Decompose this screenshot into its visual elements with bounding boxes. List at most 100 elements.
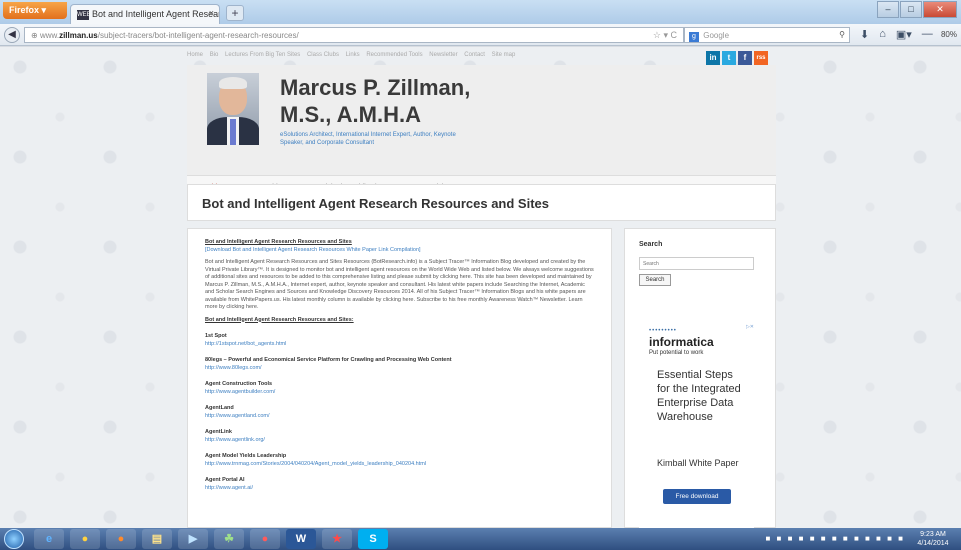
top-links: Home Bio Lectures From Big Ten Sites Cla…: [187, 52, 776, 64]
list-item-title: AgentLink: [205, 429, 232, 435]
ie-icon[interactable]: e: [34, 529, 64, 549]
author-photo: [207, 73, 259, 145]
chrome-icon[interactable]: ●: [70, 529, 100, 549]
list-item-title: 80legs – Powerful and Economical Service…: [205, 357, 452, 363]
search-engine-label: Google: [703, 31, 730, 40]
list-item: AgentLink http://www.agentlink.org/: [205, 429, 594, 444]
url-domain: zillman.us: [59, 31, 98, 40]
firefox-icon[interactable]: ●: [106, 529, 136, 549]
content-heading[interactable]: Bot and Intelligent Agent Research Resou…: [205, 239, 594, 247]
search-icon[interactable]: ⚲: [839, 30, 845, 39]
ad-brand-dots: •••••••••: [649, 328, 677, 334]
intro-paragraph: Bot and Intelligent Agent Research Resou…: [205, 259, 594, 310]
list-item-link[interactable]: http://www.trnmag.com/Stories/2004/04020…: [205, 461, 594, 469]
list-item-link[interactable]: http://www.agentlink.org/: [205, 437, 594, 445]
tab-favicon: WEB: [77, 9, 91, 20]
home-icon[interactable]: ⌂: [879, 28, 886, 41]
top-link-bio[interactable]: Bio: [210, 52, 219, 58]
list-item-title: Agent Portal AI: [205, 477, 245, 483]
skype-icon[interactable]: S: [358, 529, 388, 549]
list-item-link[interactable]: http://www.80legs.com/: [205, 365, 594, 373]
list-item-link[interactable]: http://1stspot.net/bot_agents.html: [205, 341, 594, 349]
list-item-link[interactable]: http://www.agentland.com/: [205, 413, 594, 421]
browser-tab[interactable]: WEBBot and Intelligent Agent Research Re…: [70, 4, 220, 24]
page-title-box: Bot and Intelligent Agent Research Resou…: [187, 184, 776, 221]
page-title: Bot and Intelligent Agent Research Resou…: [202, 196, 549, 211]
ad-choices-icon[interactable]: ▷✕: [746, 324, 754, 330]
web-search-box[interactable]: g Google ⚲: [684, 27, 850, 43]
top-link-sitemap[interactable]: Site map: [492, 52, 516, 58]
author-credentials: M.S., A.M.H.A: [280, 102, 421, 127]
list-heading[interactable]: Bot and Intelligent Agent Research Resou…: [205, 317, 594, 325]
bookmark-star-icon[interactable]: ☆ ▾ C: [653, 30, 677, 41]
list-item: AgentLand http://www.agentland.com/: [205, 405, 594, 420]
close-tab-icon[interactable]: ×: [209, 8, 214, 18]
sidebar-search-input[interactable]: [639, 257, 754, 270]
list-item: Agent Construction Tools http://www.agen…: [205, 381, 594, 396]
globe-icon: ⊕: [31, 31, 40, 40]
url-bar[interactable]: ⊕ www.zillman.us/subject-tracers/bot-int…: [24, 27, 684, 43]
top-link-links[interactable]: Links: [346, 52, 360, 58]
list-item: 80legs – Powerful and Economical Service…: [205, 357, 594, 372]
bookmarks-icon[interactable]: ▣▾: [896, 28, 912, 41]
clock-time: 9:23 AM: [920, 531, 946, 538]
top-link-classes[interactable]: Class Clubs: [307, 52, 339, 58]
ad-slogan: Put potential to work: [649, 350, 704, 356]
url-prefix: www.: [39, 31, 60, 40]
twitter-icon[interactable]: t: [722, 51, 736, 65]
list-item-title: AgentLand: [205, 405, 234, 411]
social-icons: in t f rss: [706, 51, 768, 65]
top-link-home[interactable]: Home: [187, 52, 203, 58]
minimize-button[interactable]: –: [877, 1, 899, 18]
new-tab-button[interactable]: +: [226, 5, 244, 21]
download-icon[interactable]: ⬇: [860, 28, 869, 41]
top-link-tools[interactable]: Recommended Tools: [366, 52, 422, 58]
windows-taskbar: e ● ● ▤ ▶ ☘ ● W ★ S ■ ■ ■ ■ ■ ■ ■ ■ ■ ■ …: [0, 528, 961, 550]
maximize-button[interactable]: □: [900, 1, 922, 18]
rss-icon[interactable]: rss: [754, 51, 768, 65]
list-item-title: Agent Construction Tools: [205, 381, 273, 387]
author-tagline: eSolutions Architect, International Inte…: [280, 132, 456, 146]
app-icon[interactable]: ☘: [214, 529, 244, 549]
ad-subline: Kimball White Paper: [657, 458, 739, 468]
linkedin-icon[interactable]: in: [706, 51, 720, 65]
zoom-level[interactable]: 80%: [941, 30, 957, 39]
menu-icon[interactable]: —: [922, 28, 933, 41]
advertisement[interactable]: ▷✕ ••••••••• informatica Put potential t…: [639, 324, 754, 528]
sidebar-search-title: Search: [639, 241, 663, 248]
back-arrow-icon[interactable]: ◀: [4, 27, 20, 43]
word-icon[interactable]: W: [286, 529, 316, 549]
download-link[interactable]: [Download Bot and Intelligent Agent Rese…: [205, 247, 594, 255]
acrobat-icon[interactable]: ★: [322, 529, 352, 549]
folder-icon[interactable]: ▤: [142, 529, 172, 549]
list-item: Agent Model Yields Leadership http://www…: [205, 453, 594, 468]
top-link-contact[interactable]: Contact: [464, 52, 485, 58]
ad-headline: Essential Steps for the Integrated Enter…: [657, 369, 741, 423]
top-link-newsletter[interactable]: Newsletter: [429, 52, 457, 58]
facebook-icon[interactable]: f: [738, 51, 752, 65]
browser-title-bar: Firefox ▾ WEBBot and Intelligent Agent R…: [0, 0, 961, 24]
ad-download-button[interactable]: Free download: [663, 489, 731, 504]
start-button[interactable]: [4, 529, 24, 549]
site-header: Marcus P. Zillman, M.S., A.M.H.A eSoluti…: [187, 65, 776, 198]
firefox-menu-button[interactable]: Firefox ▾: [3, 2, 67, 19]
sidebar-search-button[interactable]: Search: [639, 274, 671, 286]
list-item-link[interactable]: http://www.agent.ai/: [205, 485, 594, 493]
app-icon-red[interactable]: ●: [250, 529, 280, 549]
top-link-lectures[interactable]: Lectures From Big Ten Sites: [225, 52, 300, 58]
list-item: 1st Spot http://1stspot.net/bot_agents.h…: [205, 333, 594, 348]
list-item-link[interactable]: http://www.agentbuilder.com/: [205, 389, 594, 397]
system-tray-icons[interactable]: ■ ■ ■ ■ ■ ■ ■ ■ ■ ■ ■ ■ ■: [766, 534, 906, 543]
system-clock[interactable]: 9:23 AM 4/14/2014: [909, 530, 957, 548]
site-container: Home Bio Lectures From Big Ten Sites Cla…: [187, 47, 776, 528]
tab-title: Bot and Intelligent Agent Research Reso.…: [92, 9, 219, 19]
ad-brand: informatica: [649, 335, 714, 349]
close-window-button[interactable]: ✕: [923, 1, 957, 18]
url-path: /subject-tracers/bot-intelligent-agent-r…: [97, 31, 299, 40]
author-name: Marcus P. Zillman,: [280, 75, 471, 100]
list-item-title: 1st Spot: [205, 333, 227, 339]
clock-date: 4/14/2014: [917, 540, 949, 547]
google-icon: g: [689, 32, 699, 42]
media-player-icon[interactable]: ▶: [178, 529, 208, 549]
navigation-bar: ◀ ⊕ www.zillman.us/subject-tracers/bot-i…: [0, 24, 961, 46]
